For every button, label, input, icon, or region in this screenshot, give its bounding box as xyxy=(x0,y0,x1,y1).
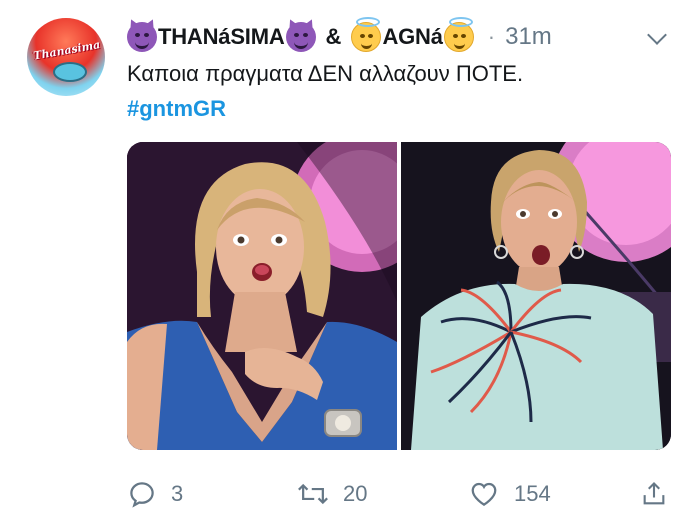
media-photo-right[interactable]: R xyxy=(401,142,671,450)
like-count: 154 xyxy=(514,481,551,506)
tweet-action-bar: 3 20 154 xyxy=(0,470,700,518)
smiling-devil-emoji-icon xyxy=(285,22,316,52)
share-icon xyxy=(643,482,665,505)
smiling-devil-emoji-icon xyxy=(127,22,157,52)
right-photo-illustration: R xyxy=(401,142,671,450)
time-separator: · xyxy=(487,24,496,49)
media-photo-left[interactable] xyxy=(127,142,397,450)
avatar[interactable]: Thanasima xyxy=(27,18,105,96)
author-name-part2[interactable]: AGNá xyxy=(382,24,443,50)
retweet-button[interactable]: 20 xyxy=(297,470,367,518)
like-button[interactable]: 154 xyxy=(468,470,551,518)
chevron-down-icon[interactable] xyxy=(647,25,667,45)
reply-count: 3 xyxy=(171,481,184,506)
tweet-timestamp[interactable]: 31m xyxy=(505,23,552,51)
author-name-part1[interactable]: THANáSIMA xyxy=(158,24,285,50)
avatar-logo-shape xyxy=(53,62,87,82)
reply-button[interactable]: 3 xyxy=(127,470,183,518)
like-icon xyxy=(471,482,497,506)
reply-icon xyxy=(130,482,154,508)
tweet[interactable]: Thanasima THANáSIMA & AGNá · 31m Καποια … xyxy=(0,0,700,529)
author-name-ampersand[interactable]: & xyxy=(326,24,342,50)
angel-emoji-icon xyxy=(443,17,474,52)
hashtag-link[interactable]: #gntmGR xyxy=(127,96,226,122)
retweet-count: 20 xyxy=(343,481,368,506)
angel-emoji-icon xyxy=(351,17,382,52)
left-photo-illustration xyxy=(127,142,397,450)
tweet-text: Καποια πραγματα ΔΕΝ αλλαζουν ΠΟΤΕ. xyxy=(127,61,524,86)
share-button[interactable] xyxy=(640,470,668,518)
tweet-media[interactable]: R xyxy=(127,142,671,450)
tweet-header: THANáSIMA & AGNá · 31m xyxy=(127,17,552,54)
avatar-logo-text: Thanasima xyxy=(32,38,102,63)
retweet-icon xyxy=(298,483,328,505)
